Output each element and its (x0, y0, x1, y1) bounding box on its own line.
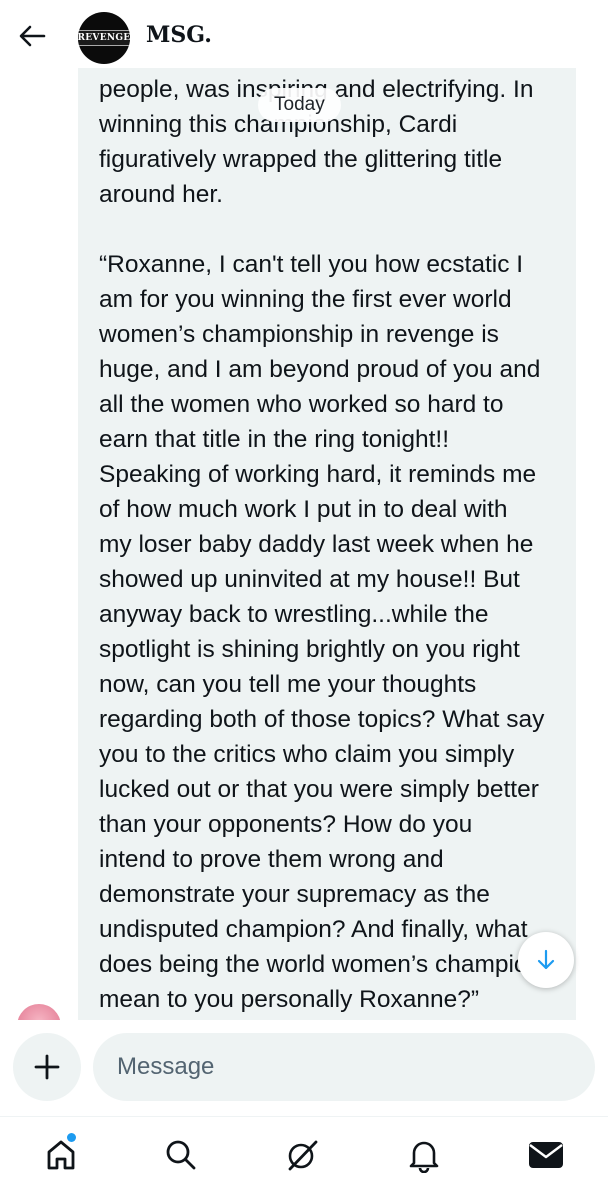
nav-notifications[interactable] (400, 1131, 448, 1179)
composer-bar (0, 1020, 608, 1116)
back-arrow-icon (19, 25, 46, 47)
nav-grok[interactable] (278, 1131, 326, 1179)
plus-icon (34, 1054, 60, 1080)
top-bar: REVENGE MSG. (0, 0, 608, 70)
scroll-to-bottom-button[interactable] (518, 932, 574, 988)
nav-messages[interactable] (522, 1131, 570, 1179)
grok-icon (288, 1140, 318, 1171)
home-icon (47, 1140, 75, 1170)
bottom-navigation (0, 1116, 608, 1201)
message-input[interactable] (93, 1033, 595, 1101)
nav-search[interactable] (157, 1131, 205, 1179)
add-media-button[interactable] (13, 1033, 81, 1101)
notifications-icon (409, 1141, 439, 1173)
message-bubble[interactable]: people, was inspiring and electrifying. … (78, 68, 576, 1020)
messages-icon (529, 1142, 563, 1168)
arrow-down-icon (537, 949, 555, 970)
message-text: people, was inspiring and electrifying. … (99, 76, 545, 1013)
date-separator: Today (258, 88, 341, 122)
back-button[interactable] (14, 18, 50, 54)
revenge-logo: REVENGE (78, 30, 130, 46)
conversation-title[interactable]: MSG. (146, 22, 212, 48)
nav-home[interactable] (37, 1131, 85, 1179)
conversation-avatar[interactable]: REVENGE (78, 12, 130, 64)
home-notification-dot (67, 1133, 76, 1142)
search-icon (166, 1140, 196, 1170)
